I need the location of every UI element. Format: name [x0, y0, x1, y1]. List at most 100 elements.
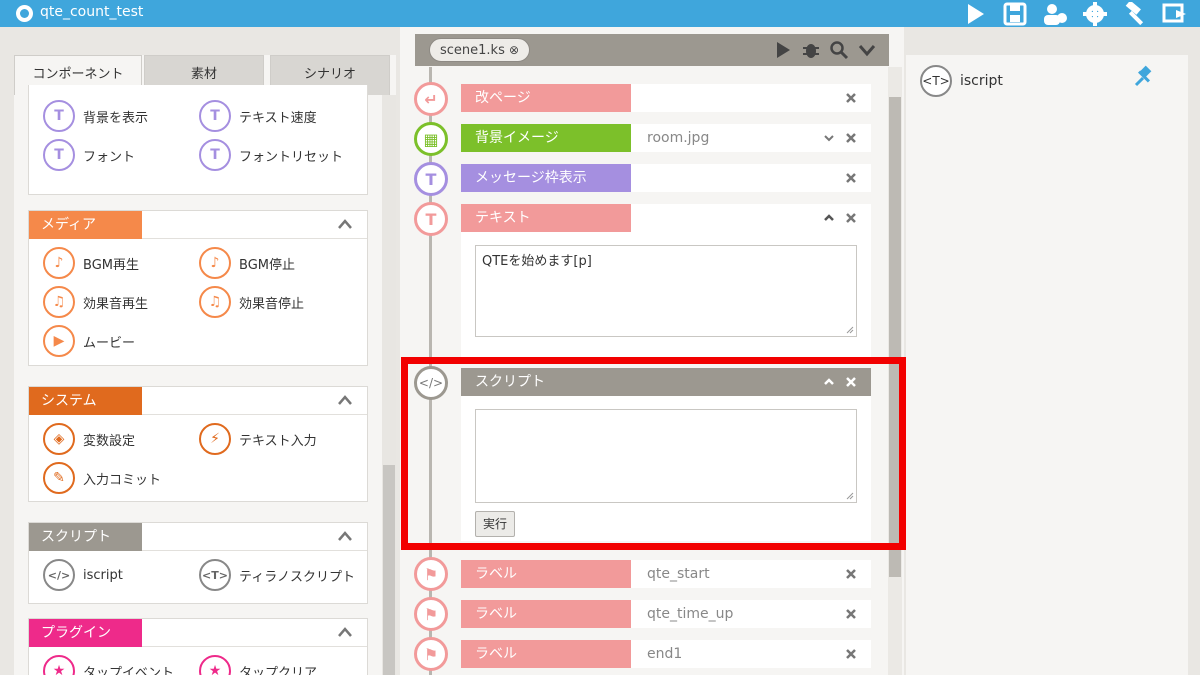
left-scrollbar[interactable]	[382, 95, 396, 675]
component-bgm-play[interactable]: ♪ BGM再生	[43, 246, 139, 280]
row-label-end1[interactable]: ラベル end1	[461, 640, 871, 668]
editor-scrollbar[interactable]	[888, 67, 902, 675]
se-stop-icon: ♫	[199, 286, 231, 318]
close-icon[interactable]	[845, 376, 857, 388]
app-logo-icon	[16, 5, 33, 22]
hammer-icon[interactable]	[1122, 0, 1148, 26]
component-tap-event[interactable]: ★ タップイベント	[43, 654, 174, 675]
close-icon[interactable]	[845, 172, 857, 184]
chevron-up-icon[interactable]	[337, 394, 353, 406]
row-script[interactable]: スクリプト	[461, 368, 871, 396]
close-icon[interactable]	[845, 568, 857, 580]
group-plugin-header[interactable]: プラグイン	[29, 619, 367, 647]
resize-handle-icon[interactable]	[846, 326, 854, 334]
page-break-icon: ↵	[414, 82, 448, 116]
row-text[interactable]: テキスト	[461, 204, 871, 232]
flag-icon: ⚑	[414, 557, 448, 591]
close-icon[interactable]	[845, 132, 857, 144]
script-panel-body: 実行	[461, 396, 871, 541]
bug-icon[interactable]	[801, 40, 821, 60]
group-script-header[interactable]: スクリプト	[29, 523, 367, 551]
tag-icon: <T>	[920, 65, 952, 97]
group-media-header[interactable]: メディア	[29, 211, 367, 239]
play-icon[interactable]	[962, 2, 988, 26]
row-label-qte-start[interactable]: ラベル qte_start	[461, 560, 871, 588]
component-se-play[interactable]: ♫ 効果音再生	[43, 285, 148, 319]
flag-icon: ⚑	[414, 637, 448, 671]
group-system-header[interactable]: システム	[29, 387, 367, 415]
editor-scroll-thumb[interactable]	[889, 97, 901, 577]
script-content-input[interactable]	[475, 409, 857, 503]
font-reset-icon: T	[199, 139, 231, 171]
chevron-down-icon[interactable]	[823, 132, 835, 144]
row-page-break[interactable]: 改ページ	[461, 84, 871, 112]
play-icon[interactable]	[773, 40, 793, 60]
cube-icon: ◈	[43, 423, 75, 455]
search-icon[interactable]	[829, 40, 849, 60]
text-speed-icon: T	[199, 100, 231, 132]
message-window-icon: T	[414, 162, 448, 196]
close-icon[interactable]	[845, 608, 857, 620]
bgm-play-icon: ♪	[43, 247, 75, 279]
lightning-icon: ⚡	[199, 423, 231, 455]
text-content-input[interactable]: QTEを始めます[p]	[475, 245, 857, 337]
text-icon: T	[414, 202, 448, 236]
left-scroll-thumb[interactable]	[383, 465, 395, 675]
component-se-stop[interactable]: ♫ 効果音停止	[199, 285, 304, 319]
flag-icon: ⚑	[414, 597, 448, 631]
chevron-down-icon[interactable]	[857, 40, 877, 60]
movie-icon: ▶	[43, 325, 75, 357]
text-panel-body: QTEを始めます[p]	[461, 232, 871, 357]
code-icon: </>	[414, 366, 448, 400]
component-text-input[interactable]: ⚡ テキスト入力	[199, 422, 317, 456]
row-bg-image[interactable]: 背景イメージ room.jpg	[461, 124, 871, 152]
tag-icon: <T>	[199, 559, 231, 591]
chevron-up-icon[interactable]	[337, 218, 353, 230]
close-tab-icon[interactable]: ⊗	[509, 43, 519, 57]
component-tyrano-script[interactable]: <T> ティラノスクリプト	[199, 558, 355, 592]
component-text-speed[interactable]: T テキスト速度	[199, 99, 317, 133]
close-icon[interactable]	[845, 92, 857, 104]
component-bgm-stop[interactable]: ♪ BGM停止	[199, 246, 295, 280]
group-media: メディア ♪ BGM再生 ♪ BGM停止 ♫ 効果音再生 ♫ 効果音停止 ▶ ム…	[28, 210, 368, 366]
scenario-editor: scene1.ks ⊗ ↵ 改ページ ▦ 背景イメージ room.jpg T メ…	[400, 27, 904, 675]
component-variable-set[interactable]: ◈ 変数設定	[43, 422, 135, 456]
save-icon[interactable]	[1002, 2, 1028, 26]
component-movie[interactable]: ▶ ムービー	[43, 324, 135, 358]
export-icon[interactable]	[1162, 2, 1188, 26]
editor-toolbar: scene1.ks ⊗	[415, 34, 889, 66]
chevron-up-icon[interactable]	[823, 212, 835, 224]
chevron-up-icon[interactable]	[823, 376, 835, 388]
users-icon[interactable]	[1042, 2, 1068, 26]
bg-image-icon: ▦	[414, 122, 448, 156]
gear-icon[interactable]	[1082, 1, 1108, 26]
component-tap-clear[interactable]: ★ タップクリア	[199, 654, 317, 675]
font-icon: T	[43, 139, 75, 171]
code-icon: </>	[43, 559, 75, 591]
close-icon[interactable]	[845, 212, 857, 224]
star-icon: ★	[199, 655, 231, 675]
row-label-qte-time-up[interactable]: ラベル qte_time_up	[461, 600, 871, 628]
pin-icon[interactable]	[1132, 65, 1156, 89]
component-input-commit[interactable]: ✎ 入力コミット	[43, 461, 161, 495]
file-tab-scene1[interactable]: scene1.ks ⊗	[429, 38, 531, 62]
chevron-up-icon[interactable]	[337, 626, 353, 638]
execute-button[interactable]: 実行	[475, 511, 515, 537]
window-title: qte_count_test	[40, 4, 144, 20]
selected-component: <T> iscript	[920, 65, 1003, 97]
group-system: システム ◈ 変数設定 ⚡ テキスト入力 ✎ 入力コミット	[28, 386, 368, 502]
component-bg-show[interactable]: T 背景を表示	[43, 99, 148, 133]
bgm-stop-icon: ♪	[199, 247, 231, 279]
row-message-window[interactable]: メッセージ枠表示	[461, 164, 871, 192]
bg-show-icon: T	[43, 100, 75, 132]
group-basic: T 背景を表示 T テキスト速度 T フォント T フォントリセット	[28, 85, 368, 195]
group-script: スクリプト </> iscript <T> ティラノスクリプト	[28, 522, 368, 604]
se-play-icon: ♫	[43, 286, 75, 318]
component-font[interactable]: T フォント	[43, 138, 135, 172]
close-icon[interactable]	[845, 648, 857, 660]
component-iscript[interactable]: </> iscript	[43, 558, 123, 592]
resize-handle-icon[interactable]	[846, 492, 854, 500]
plug-icon: ✎	[43, 462, 75, 494]
component-font-reset[interactable]: T フォントリセット	[199, 138, 343, 172]
chevron-up-icon[interactable]	[337, 530, 353, 542]
